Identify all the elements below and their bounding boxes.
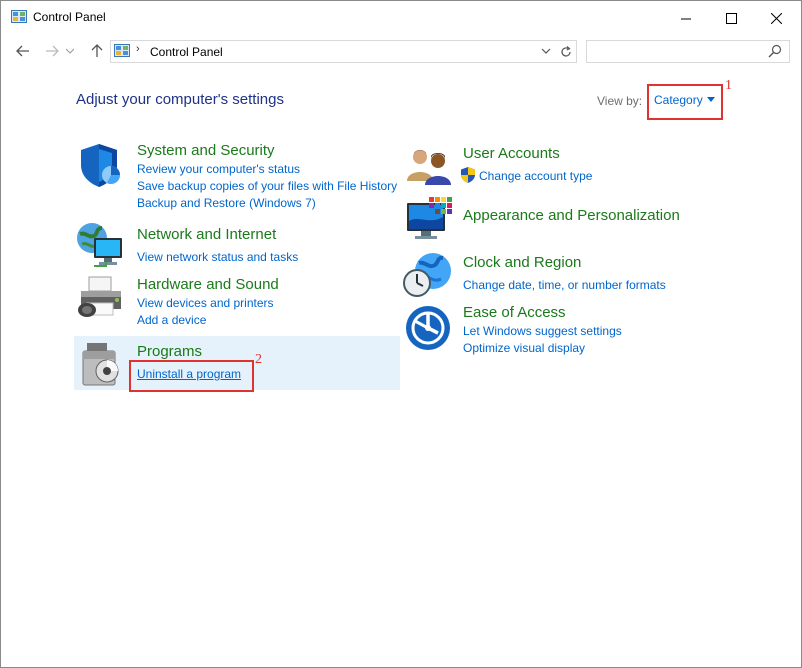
refresh-button[interactable]: [556, 40, 577, 63]
users-icon[interactable]: [406, 147, 452, 187]
category-appearance-and-personalization[interactable]: Appearance and Personalization: [463, 207, 680, 224]
ease-of-access-icon[interactable]: [405, 305, 451, 351]
window-title: Control Panel: [33, 10, 106, 24]
category-programs[interactable]: Programs: [137, 343, 202, 360]
arrow-right-icon: [46, 45, 59, 57]
page-title: Adjust your computer's settings: [76, 91, 284, 108]
maximize-icon: [725, 12, 737, 24]
link-file-history[interactable]: Save backup copies of your files with Fi…: [137, 179, 397, 193]
back-button[interactable]: [12, 40, 34, 62]
printer-icon[interactable]: [77, 273, 127, 319]
control-panel-icon: [11, 10, 27, 23]
link-network-status[interactable]: View network status and tasks: [137, 250, 298, 264]
category-network-and-internet[interactable]: Network and Internet: [137, 226, 276, 243]
category-clock-and-region[interactable]: Clock and Region: [463, 254, 581, 271]
address-dropdown-button[interactable]: [539, 44, 553, 58]
refresh-icon: [561, 45, 571, 57]
network-icon[interactable]: [76, 222, 126, 268]
breadcrumb[interactable]: Control Panel: [150, 45, 223, 59]
title-bar[interactable]: Control Panel: [1, 1, 801, 35]
maximize-button[interactable]: [708, 1, 754, 35]
up-button[interactable]: [86, 40, 108, 62]
uac-shield-icon: [461, 167, 475, 183]
programs-icon[interactable]: [81, 341, 123, 387]
shield-icon[interactable]: [77, 141, 125, 189]
arrow-left-icon: [16, 45, 29, 57]
monitor-palette-icon[interactable]: [405, 195, 455, 243]
minimize-button[interactable]: [663, 1, 709, 35]
search-icon[interactable]: [768, 44, 782, 58]
address-bar[interactable]: › Control Panel: [110, 40, 557, 63]
recent-locations-button[interactable]: [63, 40, 77, 62]
category-hardware-and-sound[interactable]: Hardware and Sound: [137, 276, 279, 293]
link-review-status[interactable]: Review your computer's status: [137, 162, 300, 176]
control-panel-window: Control Panel › Control Panel Adjust you…: [0, 0, 802, 668]
link-optimize-display[interactable]: Optimize visual display: [463, 341, 585, 355]
arrow-up-icon: [91, 44, 103, 57]
minimize-icon: [680, 18, 691, 19]
search-input[interactable]: [591, 43, 765, 60]
chevron-down-icon: [66, 48, 74, 54]
close-button[interactable]: [753, 1, 799, 35]
category-user-accounts[interactable]: User Accounts: [463, 145, 560, 162]
forward-button[interactable]: [41, 40, 63, 62]
chevron-down-icon: [541, 48, 551, 54]
annotation-number-2: 2: [255, 352, 262, 367]
close-icon: [770, 12, 782, 24]
control-panel-icon: [114, 44, 130, 57]
annotation-number-1: 1: [725, 78, 732, 93]
category-ease-of-access[interactable]: Ease of Access: [463, 304, 566, 321]
search-box[interactable]: [586, 40, 790, 63]
breadcrumb-separator[interactable]: ›: [136, 43, 140, 55]
link-backup-restore[interactable]: Backup and Restore (Windows 7): [137, 196, 316, 210]
category-system-and-security[interactable]: System and Security: [137, 142, 275, 159]
link-change-account-type[interactable]: Change account type: [479, 169, 592, 183]
link-windows-suggest[interactable]: Let Windows suggest settings: [463, 324, 622, 338]
annotation-box-2: [129, 360, 254, 392]
link-date-time-formats[interactable]: Change date, time, or number formats: [463, 278, 666, 292]
link-add-device[interactable]: Add a device: [137, 313, 206, 327]
navigation-bar: › Control Panel: [1, 37, 801, 65]
link-devices-printers[interactable]: View devices and printers: [137, 296, 274, 310]
clock-globe-icon[interactable]: [403, 251, 453, 299]
view-by-label: View by:: [597, 94, 643, 108]
annotation-box-1: [647, 84, 723, 120]
